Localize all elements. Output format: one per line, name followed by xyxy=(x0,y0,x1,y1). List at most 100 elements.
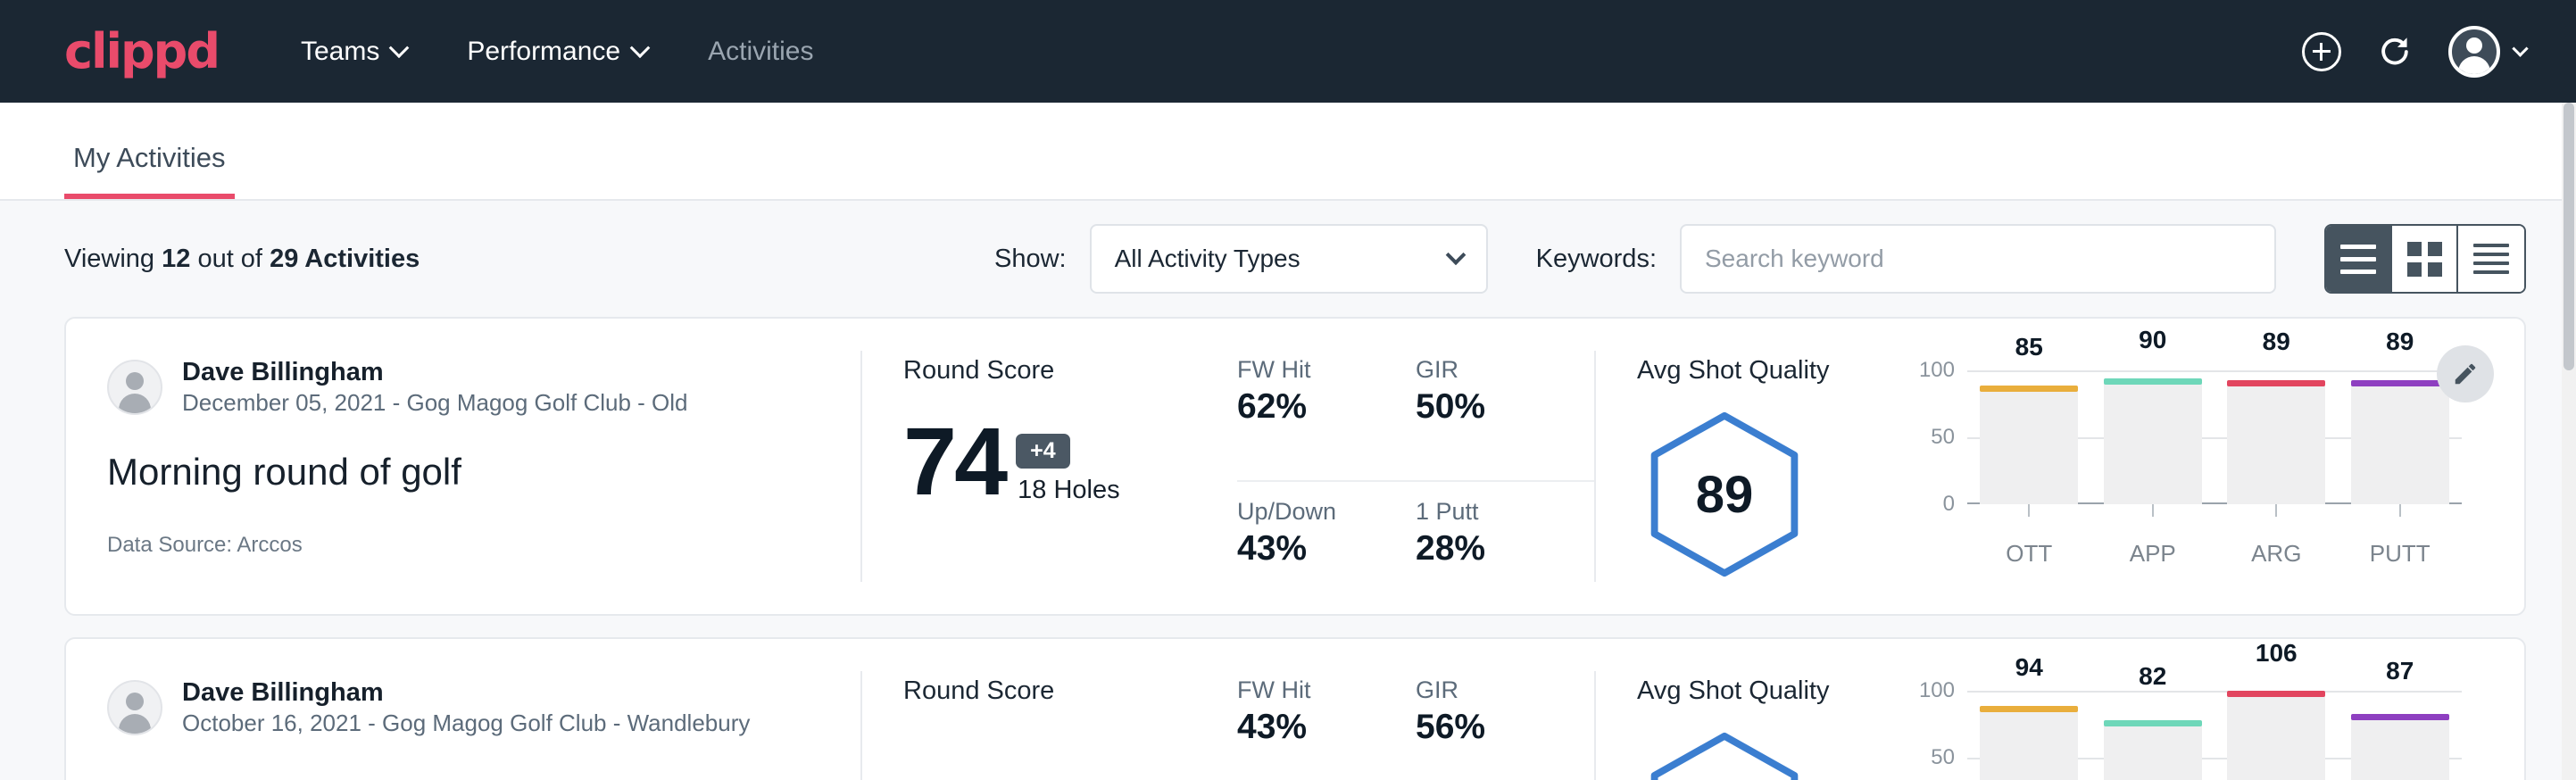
viewing-count: 12 xyxy=(162,245,190,273)
avg-shot-quality-section: Avg Shot Quality 100 50 0 xyxy=(1596,639,2524,780)
stat-gir: GIR 56% xyxy=(1416,676,1594,780)
y-tick: 100 xyxy=(1919,358,1955,383)
round-stats: FW Hit 43% GIR 56% xyxy=(1237,639,1594,780)
chevron-down-icon xyxy=(2512,40,2528,56)
y-tick: 0 xyxy=(1943,492,1955,517)
top-navigation-bar: clippd Teams Performance Activities xyxy=(0,0,2576,103)
account-menu[interactable] xyxy=(2448,26,2526,78)
bar-arg: 106 xyxy=(2227,691,2325,780)
bar-ott: 94 xyxy=(1980,691,2078,780)
bar-cap-ott xyxy=(1980,706,2078,712)
viewing-mid: out of xyxy=(197,245,262,273)
bar-value: 89 xyxy=(2227,328,2325,356)
filter-controls: Show: All Activity Types Keywords: xyxy=(994,224,2526,294)
nav-item-teams[interactable]: Teams xyxy=(297,28,410,76)
activity-author: Dave Billingham December 05, 2021 - Gog … xyxy=(107,356,819,419)
stat-label: FW Hit xyxy=(1237,676,1385,704)
keywords-label: Keywords: xyxy=(1536,245,1657,274)
author-name: Dave Billingham xyxy=(182,676,750,709)
round-score-label: Round Score xyxy=(903,676,1237,706)
stat-label: GIR xyxy=(1416,356,1564,384)
stat-gir: GIR 50% xyxy=(1416,356,1594,473)
keyword-filter: Keywords: xyxy=(1536,224,2276,294)
list-view-button[interactable] xyxy=(2326,226,2392,292)
viewing-total: 29 Activities xyxy=(270,245,420,273)
stat-value: 28% xyxy=(1416,529,1564,568)
avg-shot-quality-label: Avg Shot Quality xyxy=(1637,676,1905,706)
avg-shot-quality-section: Avg Shot Quality 89 100 50 0 xyxy=(1596,319,2524,614)
chevron-down-icon xyxy=(630,37,651,58)
bar-cap-app xyxy=(2104,720,2202,726)
tab-bar: My Activities xyxy=(0,103,2576,201)
activity-meta: October 16, 2021 - Gog Magog Golf Club -… xyxy=(182,709,750,739)
view-mode-toggle xyxy=(2324,224,2526,294)
viewing-count-text: Viewing 12 out of 29 Activities xyxy=(64,245,420,274)
bar-putt: 89 xyxy=(2351,370,2449,504)
stat-value: 43% xyxy=(1237,529,1385,568)
search-input[interactable] xyxy=(1680,224,2276,294)
edit-activity-button[interactable] xyxy=(2437,345,2494,402)
avg-shot-quality-value: 89 xyxy=(1637,407,1812,582)
add-circle-icon[interactable] xyxy=(2302,32,2341,71)
bar-cap-ott xyxy=(1980,386,2078,392)
stat-label: GIR xyxy=(1416,676,1564,704)
round-score-value-row: 74 +4 18 Holes xyxy=(903,400,1237,505)
round-score-label: Round Score xyxy=(903,356,1237,386)
main-nav: Teams Performance Activities xyxy=(297,28,817,76)
nav-item-activities-label: Activities xyxy=(708,37,813,67)
chart-bars: 85 90 xyxy=(1967,370,2462,504)
scrollbar-thumb[interactable] xyxy=(2564,103,2574,370)
activity-type-select[interactable]: All Activity Types xyxy=(1090,224,1488,294)
round-score-value: 74 xyxy=(903,417,1005,505)
grid-view-button[interactable] xyxy=(2392,226,2458,292)
refresh-icon[interactable] xyxy=(2375,32,2414,71)
pencil-icon xyxy=(2452,361,2479,387)
compact-view-button[interactable] xyxy=(2458,226,2524,292)
app-logo[interactable]: clippd xyxy=(64,23,219,79)
chart-x-ticks xyxy=(1967,504,2462,517)
stat-value: 56% xyxy=(1416,708,1564,747)
stat-label: Up/Down xyxy=(1237,498,1385,526)
score-to-par-badge: +4 xyxy=(1016,434,1070,469)
round-score-section: Round Score 74 +4 18 Holes xyxy=(862,319,1237,614)
stat-fw-hit: FW Hit 62% xyxy=(1237,356,1416,473)
chart-bars: 94 82 106 8 xyxy=(1967,691,2462,780)
stat-one-putt: 1 Putt 28% xyxy=(1416,480,1594,615)
hexagon-icon xyxy=(1637,727,1812,780)
viewing-prefix: Viewing xyxy=(64,245,154,273)
round-stats: FW Hit 62% GIR 50% Up/Down 43% 1 Putt 28… xyxy=(1237,319,1594,614)
bar-value: 82 xyxy=(2104,662,2202,691)
shot-quality-bar-chart: 100 50 0 94 xyxy=(1905,676,2524,780)
bar-cap-arg xyxy=(2227,691,2325,697)
avatar xyxy=(107,360,162,415)
stat-fw-hit: FW Hit 43% xyxy=(1237,676,1416,780)
chart-plot-area: 94 82 106 8 xyxy=(1967,691,2462,780)
nav-item-performance[interactable]: Performance xyxy=(463,28,651,76)
stat-label: 1 Putt xyxy=(1416,498,1564,526)
account-avatar-icon xyxy=(2448,26,2500,78)
chart-y-axis: 100 50 0 xyxy=(1905,370,1955,504)
filter-bar: Viewing 12 out of 29 Activities Show: Al… xyxy=(0,201,2576,317)
tab-my-activities[interactable]: My Activities xyxy=(64,142,235,199)
activity-meta: December 05, 2021 - Gog Magog Golf Club … xyxy=(182,388,688,419)
activity-type-value: All Activity Types xyxy=(1115,245,1300,273)
activity-list: Dave Billingham December 05, 2021 - Gog … xyxy=(0,317,2576,780)
y-tick: 50 xyxy=(1931,425,1955,450)
chart-x-axis: OTT APP ARG PUTT xyxy=(1967,540,2462,568)
nav-item-activities[interactable]: Activities xyxy=(704,28,817,76)
quality-hexagon: 89 xyxy=(1637,407,1812,582)
y-tick: 100 xyxy=(1919,678,1955,703)
bar-cap-putt xyxy=(2351,714,2449,720)
page-scrollbar[interactable] xyxy=(2562,103,2576,780)
activity-author: Dave Billingham October 16, 2021 - Gog M… xyxy=(107,676,819,739)
avg-shot-quality-label: Avg Shot Quality xyxy=(1637,356,1905,386)
activity-card[interactable]: Dave Billingham October 16, 2021 - Gog M… xyxy=(64,637,2526,780)
chevron-down-icon xyxy=(1445,245,1466,265)
bar-value: 89 xyxy=(2351,328,2449,356)
chart-plot-area: 85 90 xyxy=(1967,370,2462,504)
nav-item-performance-label: Performance xyxy=(467,37,620,67)
activity-info: Dave Billingham December 05, 2021 - Gog … xyxy=(66,319,860,614)
bar-putt: 87 xyxy=(2351,691,2449,780)
stat-up-down: Up/Down 43% xyxy=(1237,480,1416,615)
activity-card[interactable]: Dave Billingham December 05, 2021 - Gog … xyxy=(64,317,2526,616)
